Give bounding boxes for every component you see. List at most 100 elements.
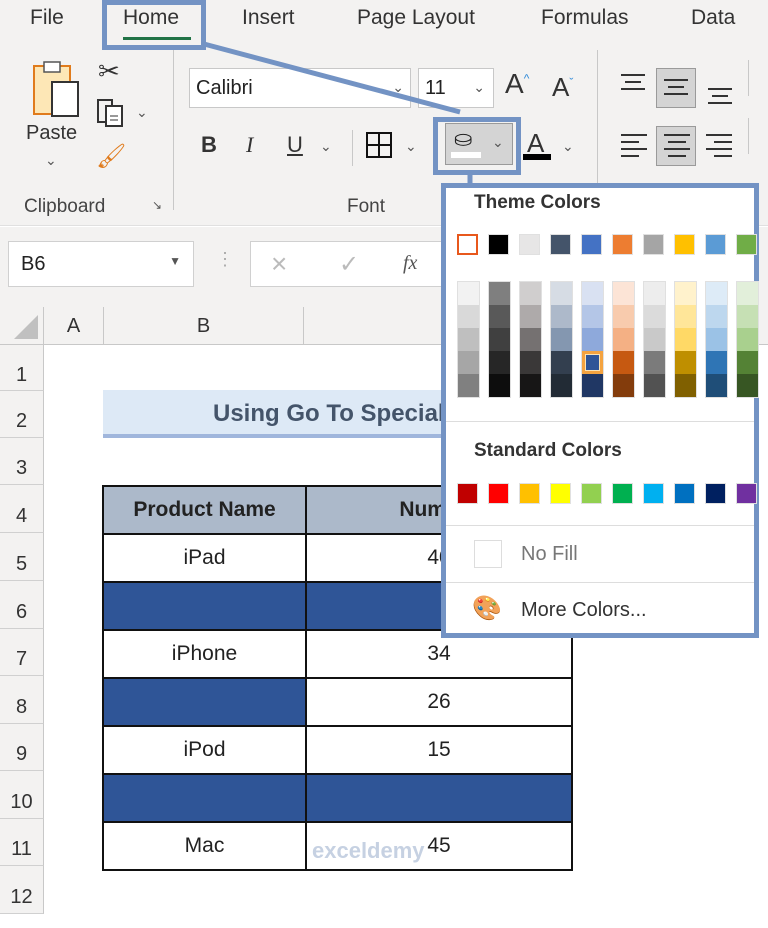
theme-shade-swatch[interactable] — [644, 328, 665, 351]
standard-color-swatch[interactable] — [488, 483, 509, 504]
product-name-cell[interactable]: iPhone — [102, 629, 307, 679]
theme-shade-swatch[interactable] — [706, 328, 727, 351]
name-box-dropdown-icon[interactable]: ▼ — [169, 254, 181, 268]
theme-shade-swatch[interactable] — [458, 282, 479, 305]
product-name-cell[interactable]: iPad — [102, 533, 307, 583]
standard-color-swatch[interactable] — [612, 483, 633, 504]
formula-bar-grip-icon[interactable]: ⋮ — [216, 249, 234, 270]
theme-shade-swatch[interactable] — [613, 305, 634, 328]
theme-shade-swatch[interactable] — [613, 282, 634, 305]
theme-shade-swatch[interactable] — [582, 305, 603, 328]
theme-shade-swatch[interactable] — [675, 374, 696, 397]
theme-shade-swatch[interactable] — [520, 282, 541, 305]
theme-shade-swatch[interactable] — [737, 282, 758, 305]
standard-color-swatch[interactable] — [736, 483, 757, 504]
theme-shade-swatch[interactable] — [551, 305, 572, 328]
row-header-4[interactable]: 4 — [0, 485, 44, 533]
theme-shade-swatch[interactable] — [613, 351, 634, 374]
theme-shade-swatch[interactable] — [706, 351, 727, 374]
standard-color-swatch[interactable] — [674, 483, 695, 504]
number-cell[interactable]: 15 — [305, 725, 573, 775]
theme-shade-swatch[interactable] — [706, 305, 727, 328]
sheet-title[interactable]: Using Go To Special — [103, 390, 448, 438]
table-header-cell[interactable]: Product Name — [102, 485, 307, 535]
row-header-10[interactable]: 10 — [0, 771, 44, 819]
row-header-5[interactable]: 5 — [0, 533, 44, 581]
theme-shade-swatch[interactable] — [551, 282, 572, 305]
standard-color-swatch[interactable] — [550, 483, 571, 504]
theme-color-swatch[interactable] — [519, 234, 540, 255]
row-header-1[interactable]: 1 — [0, 345, 44, 391]
name-box[interactable]: B6 ▼ — [8, 241, 194, 287]
theme-shade-swatch[interactable] — [706, 282, 727, 305]
product-name-cell[interactable] — [102, 581, 307, 631]
row-header-9[interactable]: 9 — [0, 724, 44, 771]
theme-shade-swatch[interactable] — [458, 374, 479, 397]
no-fill-swatch-icon[interactable] — [474, 540, 502, 568]
theme-shade-swatch[interactable] — [675, 328, 696, 351]
standard-color-swatch[interactable] — [705, 483, 726, 504]
product-name-cell[interactable] — [102, 773, 307, 823]
theme-shade-swatch[interactable] — [582, 328, 603, 351]
theme-shade-swatch[interactable] — [582, 351, 603, 374]
no-fill-option[interactable]: No Fill — [521, 543, 578, 566]
row-header-11[interactable]: 11 — [0, 819, 44, 866]
theme-shade-swatch[interactable] — [582, 374, 603, 397]
row-header-2[interactable]: 2 — [0, 391, 44, 438]
standard-color-swatch[interactable] — [519, 483, 540, 504]
theme-shade-swatch[interactable] — [520, 305, 541, 328]
theme-shade-swatch[interactable] — [644, 305, 665, 328]
theme-shade-swatch[interactable] — [520, 328, 541, 351]
theme-shade-swatch[interactable] — [737, 305, 758, 328]
row-header-3[interactable]: 3 — [0, 438, 44, 485]
theme-shade-swatch[interactable] — [520, 374, 541, 397]
theme-shade-swatch[interactable] — [737, 328, 758, 351]
theme-shade-swatch[interactable] — [489, 351, 510, 374]
theme-shade-swatch[interactable] — [737, 351, 758, 374]
theme-shade-swatch[interactable] — [520, 351, 541, 374]
column-header-b[interactable]: B — [104, 307, 304, 345]
theme-shade-swatch[interactable] — [489, 328, 510, 351]
theme-shade-swatch[interactable] — [675, 282, 696, 305]
theme-color-swatch[interactable] — [581, 234, 602, 255]
theme-color-swatch[interactable] — [550, 234, 571, 255]
row-header-6[interactable]: 6 — [0, 581, 44, 629]
theme-shade-swatch[interactable] — [458, 351, 479, 374]
theme-shade-swatch[interactable] — [489, 374, 510, 397]
product-name-cell[interactable] — [102, 677, 307, 727]
theme-shade-swatch[interactable] — [551, 374, 572, 397]
select-all-corner[interactable] — [0, 307, 44, 345]
row-header-12[interactable]: 12 — [0, 866, 44, 914]
theme-shade-swatch[interactable] — [706, 374, 727, 397]
dialog-launcher-icon[interactable]: ↘ — [152, 198, 162, 212]
number-cell[interactable]: 26 — [305, 677, 573, 727]
theme-shade-swatch[interactable] — [458, 305, 479, 328]
insert-function-icon[interactable]: fx — [403, 252, 417, 275]
theme-color-swatch[interactable] — [643, 234, 664, 255]
theme-color-swatch[interactable] — [488, 234, 509, 255]
theme-color-swatch[interactable] — [736, 234, 757, 255]
number-cell[interactable] — [305, 773, 573, 823]
product-name-cell[interactable]: iPod — [102, 725, 307, 775]
standard-color-swatch[interactable] — [643, 483, 664, 504]
theme-shade-swatch[interactable] — [644, 351, 665, 374]
theme-shade-swatch[interactable] — [489, 305, 510, 328]
standard-color-swatch[interactable] — [457, 483, 478, 504]
enter-icon[interactable]: ✓ — [339, 250, 359, 279]
theme-shade-swatch[interactable] — [675, 305, 696, 328]
theme-color-swatch[interactable] — [457, 234, 478, 255]
theme-shade-swatch[interactable] — [458, 328, 479, 351]
theme-shade-swatch[interactable] — [737, 374, 758, 397]
theme-shade-swatch[interactable] — [675, 351, 696, 374]
cancel-icon[interactable]: × — [271, 248, 287, 280]
theme-shade-swatch[interactable] — [551, 328, 572, 351]
theme-shade-swatch[interactable] — [489, 282, 510, 305]
theme-shade-swatch[interactable] — [644, 282, 665, 305]
theme-shade-swatch[interactable] — [582, 282, 603, 305]
standard-color-swatch[interactable] — [581, 483, 602, 504]
theme-shade-swatch[interactable] — [613, 328, 634, 351]
product-name-cell[interactable]: Mac — [102, 821, 307, 871]
column-header-a[interactable]: A — [44, 307, 104, 345]
theme-color-swatch[interactable] — [612, 234, 633, 255]
theme-color-swatch[interactable] — [674, 234, 695, 255]
